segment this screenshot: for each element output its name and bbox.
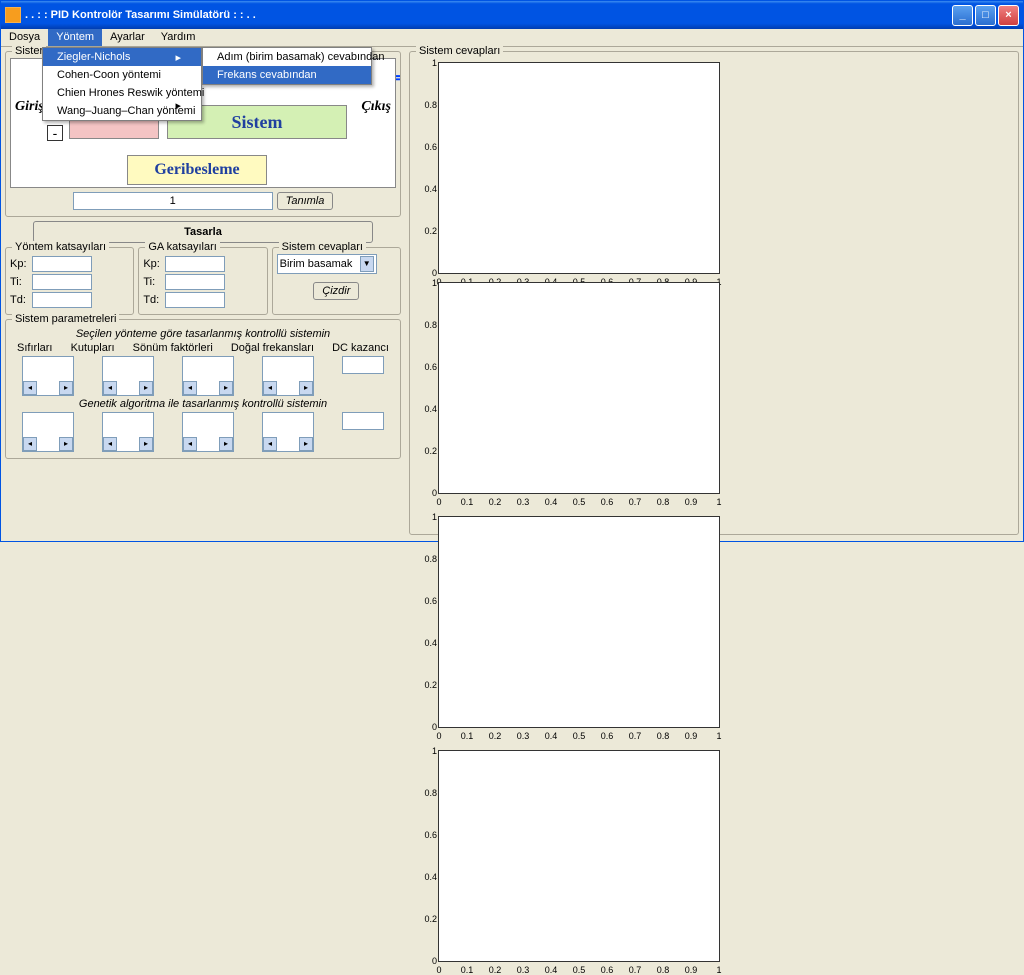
tasarla-button[interactable]: Tasarla [33, 221, 373, 243]
zeros-list-2[interactable]: ◂▸ [22, 412, 74, 452]
ga-ti-label: Ti: [143, 276, 165, 288]
menu-ziegler-nichols[interactable]: Ziegler-Nichols▸ [43, 48, 201, 66]
menu-yontem[interactable]: Yöntem [48, 29, 102, 46]
ga-kp-label: Kp: [143, 258, 165, 270]
dropdown-ziegler-sub: Adım (birim basamak) cevabından Frekans … [202, 47, 372, 85]
poles-list-1[interactable]: ◂▸ [102, 356, 154, 396]
td-label: Td: [10, 294, 32, 306]
poles-list-2[interactable]: ◂▸ [102, 412, 154, 452]
col-dc: DC kazancı [332, 342, 389, 354]
col-kutuplari: Kutupları [71, 342, 115, 354]
dcgain-input-1[interactable] [342, 356, 384, 374]
app-icon [5, 7, 21, 23]
response-legend: Sistem cevapları [279, 241, 366, 253]
chevron-down-icon: ▼ [360, 256, 374, 272]
td-input[interactable] [32, 292, 92, 308]
system-params-legend: Sistem parametreleri [12, 313, 119, 325]
tanimla-button[interactable]: Tanımla [277, 192, 334, 210]
sister-tab: Sister [12, 45, 46, 57]
col-sonum: Sönüm faktörleri [133, 342, 213, 354]
menu-chien-hrones[interactable]: Chien Hrones Reswik yöntemi▸ [43, 84, 201, 102]
ti-label: Ti: [10, 276, 32, 288]
cizdir-button[interactable]: Çizdir [313, 282, 359, 300]
yontem-coef-legend: Yöntem katsayıları [12, 241, 109, 253]
dropdown-yontem: Ziegler-Nichols▸ Cohen-Coon yöntemi Chie… [42, 47, 202, 121]
close-button[interactable]: × [998, 5, 1019, 26]
menu-dosya[interactable]: Dosya [1, 29, 48, 46]
diagram-input-label: Giriş [15, 99, 44, 115]
ga-td-label: Td: [143, 294, 165, 306]
transfer-function-input[interactable] [73, 192, 273, 210]
dcgain-input-2[interactable] [342, 412, 384, 430]
minimize-button[interactable]: _ [952, 5, 973, 26]
kp-label: Kp: [10, 258, 32, 270]
damping-list-2[interactable]: ◂▸ [182, 412, 234, 452]
diagram-output-label: Çıkış [361, 99, 391, 115]
window-title: . . : : PID Kontrolör Tasarımı Simülatör… [25, 9, 952, 21]
zeros-list-1[interactable]: ◂▸ [22, 356, 74, 396]
ti-input[interactable] [32, 274, 92, 290]
kp-input[interactable] [32, 256, 92, 272]
diagram-feedback-block: Geribesleme [127, 155, 267, 185]
damping-list-1[interactable]: ◂▸ [182, 356, 234, 396]
menu-frekans-cevap[interactable]: Frekans cevabından [203, 66, 371, 84]
maximize-button[interactable]: □ [975, 5, 996, 26]
titlebar: . . : : PID Kontrolör Tasarımı Simülatör… [1, 1, 1023, 29]
responses-legend: Sistem cevapları [416, 45, 503, 57]
plot-bottom-right: 00.20.40.60.8100.10.20.30.40.50.60.70.80… [438, 750, 720, 962]
natfreq-list-1[interactable]: ◂▸ [262, 356, 314, 396]
menu-adim-cevap[interactable]: Adım (birim basamak) cevabından [203, 48, 371, 66]
diagram-summing-junction: - [47, 125, 63, 141]
plot-bottom-left: 00.20.40.60.8100.10.20.30.40.50.60.70.80… [438, 516, 720, 728]
response-type-value: Birim basamak [280, 258, 353, 270]
ga-td-input[interactable] [165, 292, 225, 308]
col-frekans: Doğal frekansları [231, 342, 314, 354]
param-subtitle-2: Genetik algoritma ile tasarlanmış kontro… [10, 398, 396, 410]
ga-ti-input[interactable] [165, 274, 225, 290]
menu-ayarlar[interactable]: Ayarlar [102, 29, 153, 46]
menu-cohen-coon[interactable]: Cohen-Coon yöntemi [43, 66, 201, 84]
plot-top-left: 00.20.40.60.8100.10.20.30.40.50.60.70.80… [438, 62, 720, 274]
plot-top-right: 00.20.40.60.8100.10.20.30.40.50.60.70.80… [438, 282, 720, 494]
ga-kp-input[interactable] [165, 256, 225, 272]
menu-wang-juang[interactable]: Wang–Juang–Chan yöntemi [43, 102, 201, 120]
menu-yardim[interactable]: Yardım [153, 29, 204, 46]
col-sifirlari: Sıfırları [17, 342, 52, 354]
response-type-select[interactable]: Birim basamak ▼ [277, 254, 377, 274]
menubar: Dosya Yöntem Ayarlar Yardım [1, 29, 1023, 47]
param-subtitle-1: Seçilen yönteme göre tasarlanmış kontrol… [10, 328, 396, 340]
ga-coef-legend: GA katsayıları [145, 241, 219, 253]
natfreq-list-2[interactable]: ◂▸ [262, 412, 314, 452]
